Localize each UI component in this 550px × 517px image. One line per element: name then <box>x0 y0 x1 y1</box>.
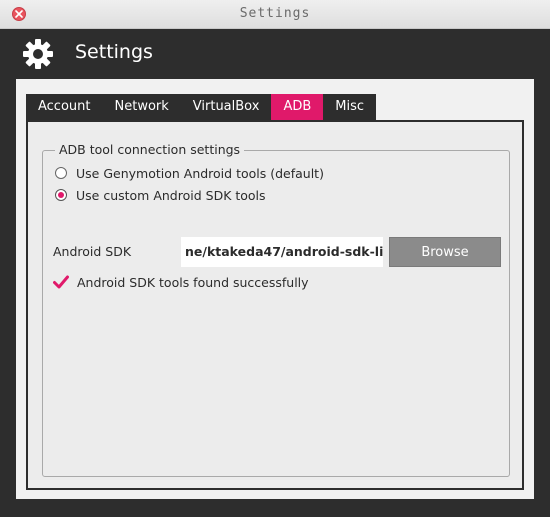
android-sdk-label: Android SDK <box>53 244 132 259</box>
sdk-status-text: Android SDK tools found successfully <box>77 274 309 290</box>
window-titlebar: Settings <box>0 0 550 29</box>
radio-button-custom[interactable] <box>55 189 67 201</box>
radio-default-tools[interactable]: Use Genymotion Android tools (default) <box>55 164 324 182</box>
window-bottom-border <box>0 499 550 517</box>
radio-button-default[interactable] <box>55 167 67 179</box>
settings-header: Settings <box>0 29 550 79</box>
window-title: Settings <box>239 6 311 21</box>
tab-virtualbox[interactable]: VirtualBox <box>180 94 272 120</box>
radio-custom-label: Use custom Android SDK tools <box>76 187 266 203</box>
gear-icon <box>23 39 53 69</box>
tab-account[interactable]: Account <box>26 94 103 120</box>
sdk-status: Android SDK tools found successfully <box>53 273 309 291</box>
tab-misc[interactable]: Misc <box>323 94 377 120</box>
browse-button[interactable]: Browse <box>389 237 501 267</box>
settings-content: Account Network VirtualBox ADB Misc ADB … <box>16 79 534 499</box>
checkmark-icon <box>53 275 69 289</box>
adb-tab-panel: ADB tool connection settings Use Genymot… <box>26 120 524 490</box>
adb-settings-group: ADB tool connection settings Use Genymot… <box>42 142 510 477</box>
radio-default-label: Use Genymotion Android tools (default) <box>76 165 324 181</box>
page-title: Settings <box>75 41 153 63</box>
tab-adb[interactable]: ADB <box>271 94 324 120</box>
group-title: ADB tool connection settings <box>55 142 245 157</box>
radio-custom-tools[interactable]: Use custom Android SDK tools <box>55 186 266 204</box>
tab-network[interactable]: Network <box>102 94 181 120</box>
android-sdk-path-input[interactable]: ne/ktakeda47/android-sdk-linux <box>181 237 383 267</box>
settings-tabs: Account Network VirtualBox ADB Misc <box>26 94 377 120</box>
